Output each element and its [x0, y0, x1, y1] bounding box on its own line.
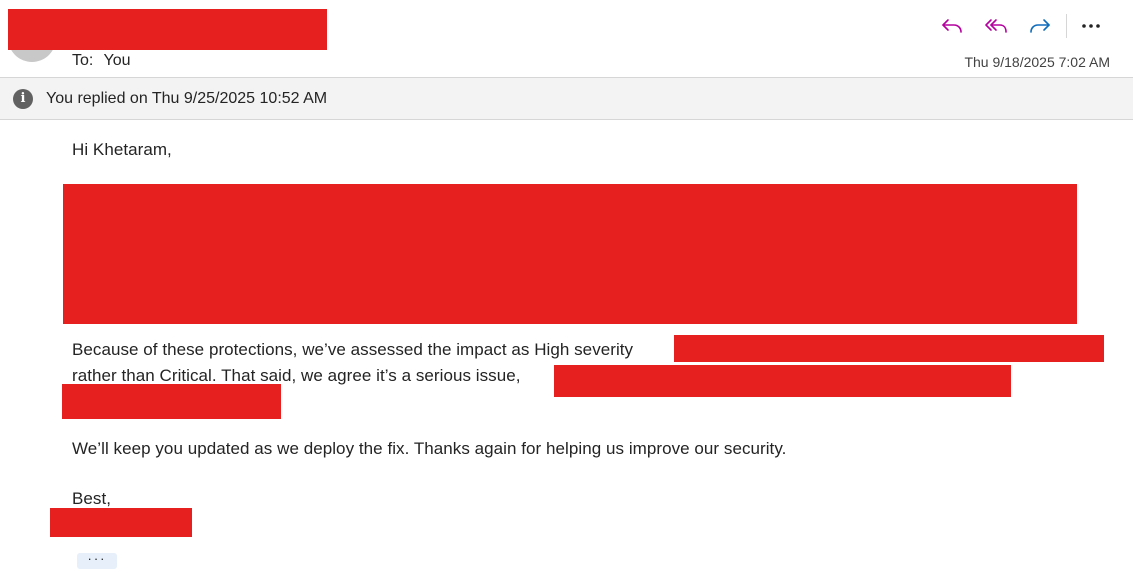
reply-button[interactable] — [930, 12, 974, 40]
sent-date: Thu 9/18/2025 7:02 AM — [964, 54, 1110, 70]
more-icon — [1082, 24, 1100, 28]
email-paragraph-line: rather than Critical. That said, we agre… — [72, 366, 521, 385]
info-icon: i — [13, 89, 33, 109]
redacted-sender-name — [8, 9, 327, 50]
redacted-text — [554, 365, 1011, 397]
redacted-paragraph — [63, 184, 1077, 324]
email-paragraph: We’ll keep you updated as we deploy the … — [72, 439, 787, 458]
reply-all-button[interactable] — [974, 12, 1018, 40]
email-paragraph-line: Because of these protections, we’ve asse… — [72, 340, 634, 359]
toolbar-divider — [1066, 14, 1067, 38]
redacted-text — [674, 335, 1104, 362]
recipient-name[interactable]: You — [104, 52, 131, 69]
reply-info-text[interactable]: You replied on Thu 9/25/2025 10:52 AM — [46, 90, 327, 108]
message-actions-toolbar — [930, 12, 1111, 40]
reply-icon — [942, 19, 962, 33]
reply-all-icon — [985, 19, 1007, 33]
more-actions-button[interactable] — [1071, 12, 1111, 40]
forward-icon — [1030, 19, 1050, 33]
forward-button[interactable] — [1018, 12, 1062, 40]
to-label: To: — [72, 52, 94, 69]
redacted-text — [62, 384, 281, 419]
email-signoff: Best, — [72, 489, 111, 508]
show-quoted-text-button[interactable]: ··· — [77, 552, 117, 569]
reply-info-bar: i You replied on Thu 9/25/2025 10:52 AM — [0, 77, 1133, 120]
redacted-signature — [50, 508, 192, 537]
recipient-line: To: You — [72, 52, 131, 70]
email-reading-pane: To: You Thu 9/18/2025 7:02 AM i You repl… — [0, 0, 1133, 581]
email-greeting: Hi Khetaram, — [72, 140, 172, 159]
